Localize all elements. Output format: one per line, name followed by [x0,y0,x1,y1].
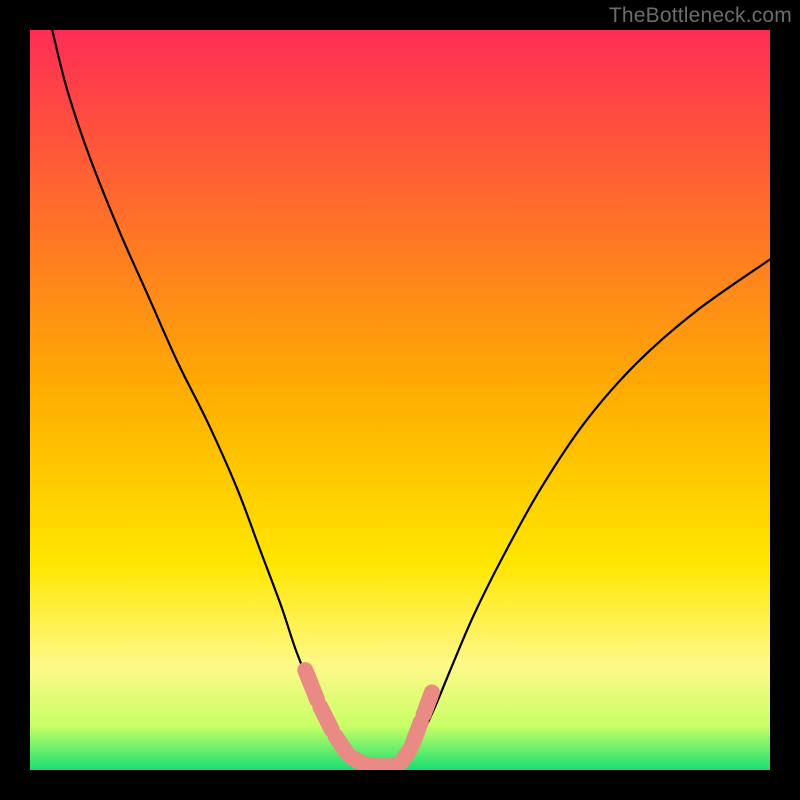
watermark-label: TheBottleneck.com [609,4,792,28]
bottleneck-chart [30,30,770,770]
chart-container: TheBottleneck.com [0,0,800,800]
gradient-background [30,30,770,770]
